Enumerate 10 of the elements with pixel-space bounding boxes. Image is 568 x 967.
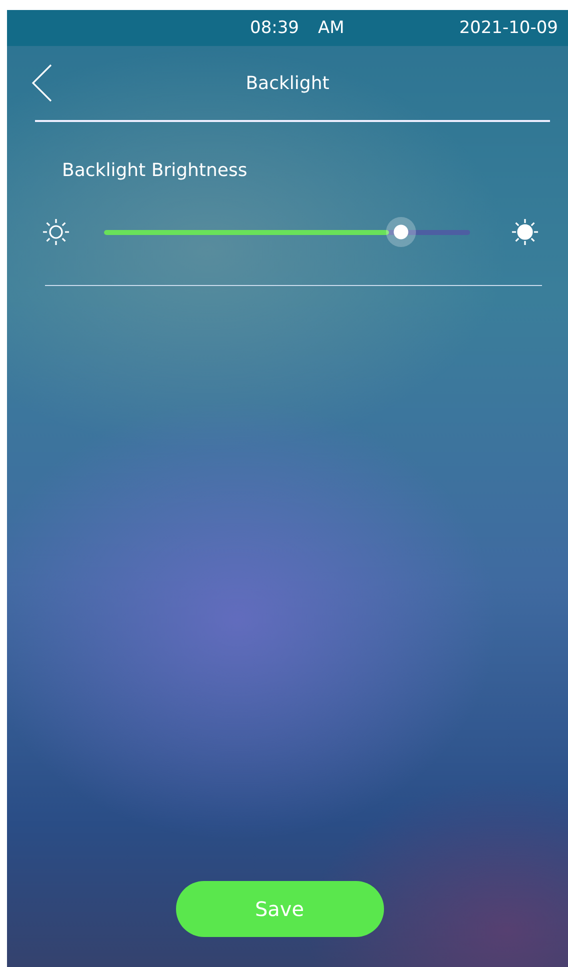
setting-label: Backlight Brightness bbox=[62, 160, 248, 181]
save-button[interactable]: Save bbox=[176, 881, 384, 937]
clock-time: 08:39 bbox=[250, 18, 299, 38]
slider-thumb[interactable] bbox=[386, 217, 416, 247]
page-title: Backlight bbox=[246, 72, 330, 94]
back-icon[interactable] bbox=[31, 64, 53, 102]
clock-meridiem: AM bbox=[318, 18, 344, 38]
dim-sun-icon bbox=[42, 218, 70, 246]
status-date: 2021-10-09 bbox=[459, 18, 558, 38]
bright-sun-icon bbox=[511, 218, 539, 246]
